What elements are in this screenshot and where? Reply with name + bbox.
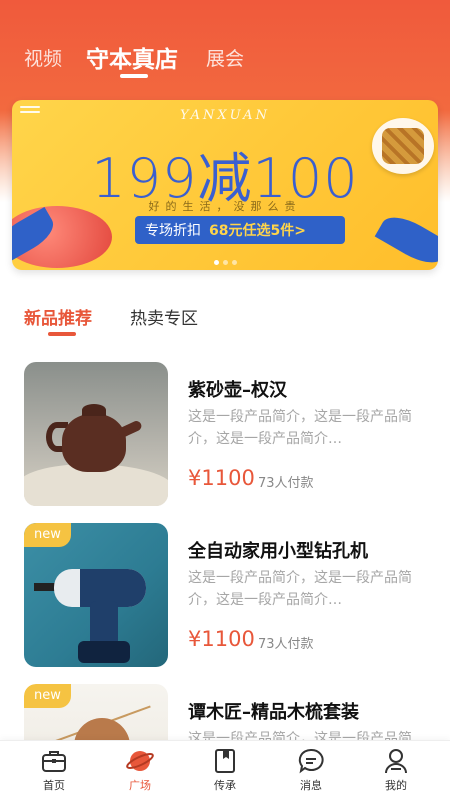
product-card[interactable]: new 全自动家用小型钻孔机 这是一段产品简介，这是一段产品简介，这是一段产品简… — [24, 523, 426, 669]
planet-icon — [126, 751, 154, 771]
product-card[interactable]: 紫砂壶–权汉 这是一段产品简介，这是一段产品简介，这是一段产品简介… ¥1100… — [24, 362, 426, 508]
banner-pagination — [12, 250, 438, 269]
nav-square[interactable]: 广场 — [95, 747, 185, 800]
banner-cta-highlight: 68元任选5件> — [209, 223, 306, 239]
nav-label: 传承 — [214, 779, 236, 792]
briefcase-icon — [42, 751, 66, 772]
product-description: 这是一段产品简介，这是一段产品简介，这是一段产品简介… — [188, 570, 412, 608]
nav-messages[interactable]: 消息 — [266, 747, 356, 800]
banner-cta-button[interactable]: 专场折扣 68元任选5件> — [135, 216, 345, 244]
tab-store[interactable]: 守本真店 — [86, 40, 178, 74]
top-tabs: 视频 守本真店 展会 — [0, 38, 450, 82]
product-image[interactable] — [24, 362, 168, 506]
banner-dot[interactable] — [213, 260, 219, 265]
product-description: 这是一段产品简介，这是一段产品简介，这是一段产品简介… — [188, 409, 412, 447]
tab-hot-sales[interactable]: 热卖专区 — [130, 304, 198, 329]
nav-home[interactable]: 首页 — [9, 747, 99, 800]
product-title[interactable]: 紫砂壶–权汉 — [188, 376, 287, 402]
nav-heritage[interactable]: 传承 — [180, 747, 270, 800]
tab-video[interactable]: 视频 — [24, 44, 62, 71]
product-image[interactable]: new — [24, 523, 168, 667]
product-paid-count: 73人付款 — [258, 476, 314, 491]
promo-banner[interactable]: YANXUAN 199减100 好的生活，没那么贵 专场折扣 68元任选5件> — [12, 100, 438, 270]
tab-new-arrivals[interactable]: 新品推荐 — [24, 304, 92, 329]
bottom-navigation: 首页 广场 传承 消息 我的 — [0, 740, 450, 800]
product-title[interactable]: 全自动家用小型钻孔机 — [188, 537, 368, 563]
nav-profile[interactable]: 我的 — [351, 747, 441, 800]
banner-tagline: 好的生活，没那么贵 — [148, 200, 302, 213]
user-icon — [385, 749, 407, 774]
section-tab-indicator — [48, 332, 76, 336]
nav-label: 广场 — [129, 779, 151, 792]
product-price: ¥1100 — [188, 466, 255, 490]
active-tab-indicator — [120, 74, 148, 78]
nav-label: 消息 — [300, 779, 322, 792]
tab-exhibition[interactable]: 展会 — [206, 44, 244, 71]
product-price: ¥1100 — [188, 627, 255, 651]
section-tabs: 新品推荐 热卖专区 — [0, 298, 450, 348]
banner-dot[interactable] — [222, 260, 228, 265]
chat-icon — [298, 748, 324, 774]
product-paid-count: 73人付款 — [258, 637, 314, 652]
banner-brand: YANXUAN — [180, 108, 270, 123]
product-title[interactable]: 谭木匠–精品木梳套装 — [188, 698, 359, 724]
book-icon — [215, 749, 235, 773]
new-badge: new — [24, 523, 71, 547]
nav-label: 首页 — [43, 779, 65, 792]
new-badge: new — [24, 684, 71, 708]
banner-dot[interactable] — [231, 260, 237, 265]
banner-cta-label: 专场折扣 — [145, 223, 201, 239]
nav-label: 我的 — [385, 779, 407, 792]
